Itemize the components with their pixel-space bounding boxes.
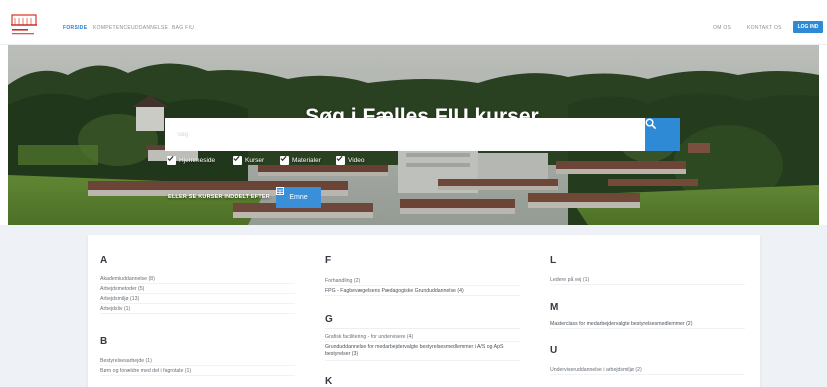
topic-link[interactable]: Bestyrelsesarbejde (1) <box>100 356 295 366</box>
checkbox[interactable] <box>233 155 242 165</box>
logo-icon <box>11 14 37 35</box>
index-list-m: Masterclass for medarbejdervalgte bestyr… <box>550 319 745 329</box>
topic-link[interactable]: Arbejdsmiljø (13) <box>100 294 295 304</box>
browse-topic-button[interactable]: Emne <box>276 187 321 208</box>
topic-link[interactable]: Forhandling (2) <box>325 276 520 286</box>
index-letter-b: B <box>100 336 108 347</box>
index-list-g: Grafisk facilitering - for undervisere (… <box>325 332 520 361</box>
topic-link[interactable]: Grafisk facilitering - for undervisere (… <box>325 332 520 342</box>
filter-materialer[interactable]: Materialer <box>280 155 321 165</box>
filter-label: Materialer <box>292 156 321 164</box>
filter-kurser[interactable]: Kurser <box>233 155 264 165</box>
index-column: A Akademiuddannelse (8) Arbejdsmetoder (… <box>100 235 295 387</box>
filter-video[interactable]: Video <box>336 155 365 165</box>
checkmark-icon <box>167 155 174 162</box>
topic-link[interactable]: Børn og forældre med del i fagrotale (1) <box>100 366 295 376</box>
topic-link[interactable]: Ledere på vej (1) <box>550 275 745 285</box>
index-letter-m: M <box>550 302 559 313</box>
grid-icon <box>276 187 284 195</box>
topic-link[interactable]: Underviseruddannelse i arbejdsmiljø (2) <box>550 365 745 375</box>
search-button[interactable] <box>645 118 680 151</box>
index-letter-f: F <box>325 255 332 266</box>
index-letter-u: U <box>550 345 558 356</box>
checkmark-icon <box>336 155 343 162</box>
index-list-l: Ledere på vej (1) <box>550 275 745 285</box>
checkmark-icon <box>280 155 287 162</box>
site-logo[interactable] <box>10 11 38 38</box>
nav-link-om-os[interactable]: OM OS <box>713 25 731 31</box>
filter-label: Hjemmeside <box>179 156 216 164</box>
search-input[interactable] <box>165 118 645 151</box>
topic-index-card: A Akademiuddannelse (8) Arbejdsmetoder (… <box>88 235 760 387</box>
index-list-u: Underviseruddannelse i arbejdsmiljø (2) <box>550 365 745 375</box>
nav-link-kontakt-os[interactable]: KONTAKT OS <box>747 25 782 31</box>
topic-link[interactable]: Akademiuddannelse (8) <box>100 274 295 284</box>
browse-topic-label: Emne <box>289 194 308 201</box>
search-icon <box>645 118 656 129</box>
nav-link-forside[interactable]: FORSIDE <box>63 25 87 31</box>
index-letter-l: L <box>550 255 557 266</box>
topic-link[interactable]: Arbejdsliv (1) <box>100 304 295 314</box>
checkbox[interactable] <box>167 155 176 165</box>
filter-label: Kurser <box>245 156 265 164</box>
topic-link[interactable]: Arbejdsmetoder (5) <box>100 284 295 294</box>
index-column: F Forhandling (2) FPG - Fagbevægelsens P… <box>325 235 520 387</box>
index-list-b: Bestyrelsesarbejde (1) Børn og forældre … <box>100 356 295 376</box>
index-letter-a: A <box>100 255 108 266</box>
top-navbar: FORSIDE KOMPETENCEUDDANNELSE BAG FIU OM … <box>0 0 827 45</box>
topic-link[interactable]: Masterclass for medarbejdervalgte bestyr… <box>550 319 745 329</box>
checkbox[interactable] <box>336 155 345 165</box>
index-list-a: Akademiuddannelse (8) Arbejdsmetoder (5)… <box>100 274 295 314</box>
index-list-f: Forhandling (2) FPG - Fagbevægelsens Pæd… <box>325 276 520 296</box>
nav-link-bag-fiu[interactable]: BAG FIU <box>172 25 194 31</box>
hero-banner: Søg i Fælles FIU kurser Hjemmeside Kurse… <box>8 45 819 225</box>
browse-by-label: ELLER SE KURSER INDDELT EFTER <box>168 194 270 200</box>
topic-link[interactable]: Grunduddannelse for medarbejdervalgte be… <box>325 342 520 361</box>
nav-link-kompetenceuddannelse[interactable]: KOMPETENCEUDDANNELSE <box>93 25 168 31</box>
filter-label: Video <box>348 156 365 164</box>
filter-hjemmeside[interactable]: Hjemmeside <box>167 155 215 165</box>
checkmark-icon <box>233 155 240 162</box>
index-column: L Ledere på vej (1) M Masterclass for me… <box>550 235 745 387</box>
checkbox[interactable] <box>280 155 289 165</box>
login-button[interactable]: LOG IND <box>793 21 823 33</box>
index-letter-g: G <box>325 313 520 329</box>
index-letter-k: K <box>325 376 333 387</box>
topic-link[interactable]: FPG - Fagbevægelsens Pædagogiske Grundud… <box>325 286 520 296</box>
